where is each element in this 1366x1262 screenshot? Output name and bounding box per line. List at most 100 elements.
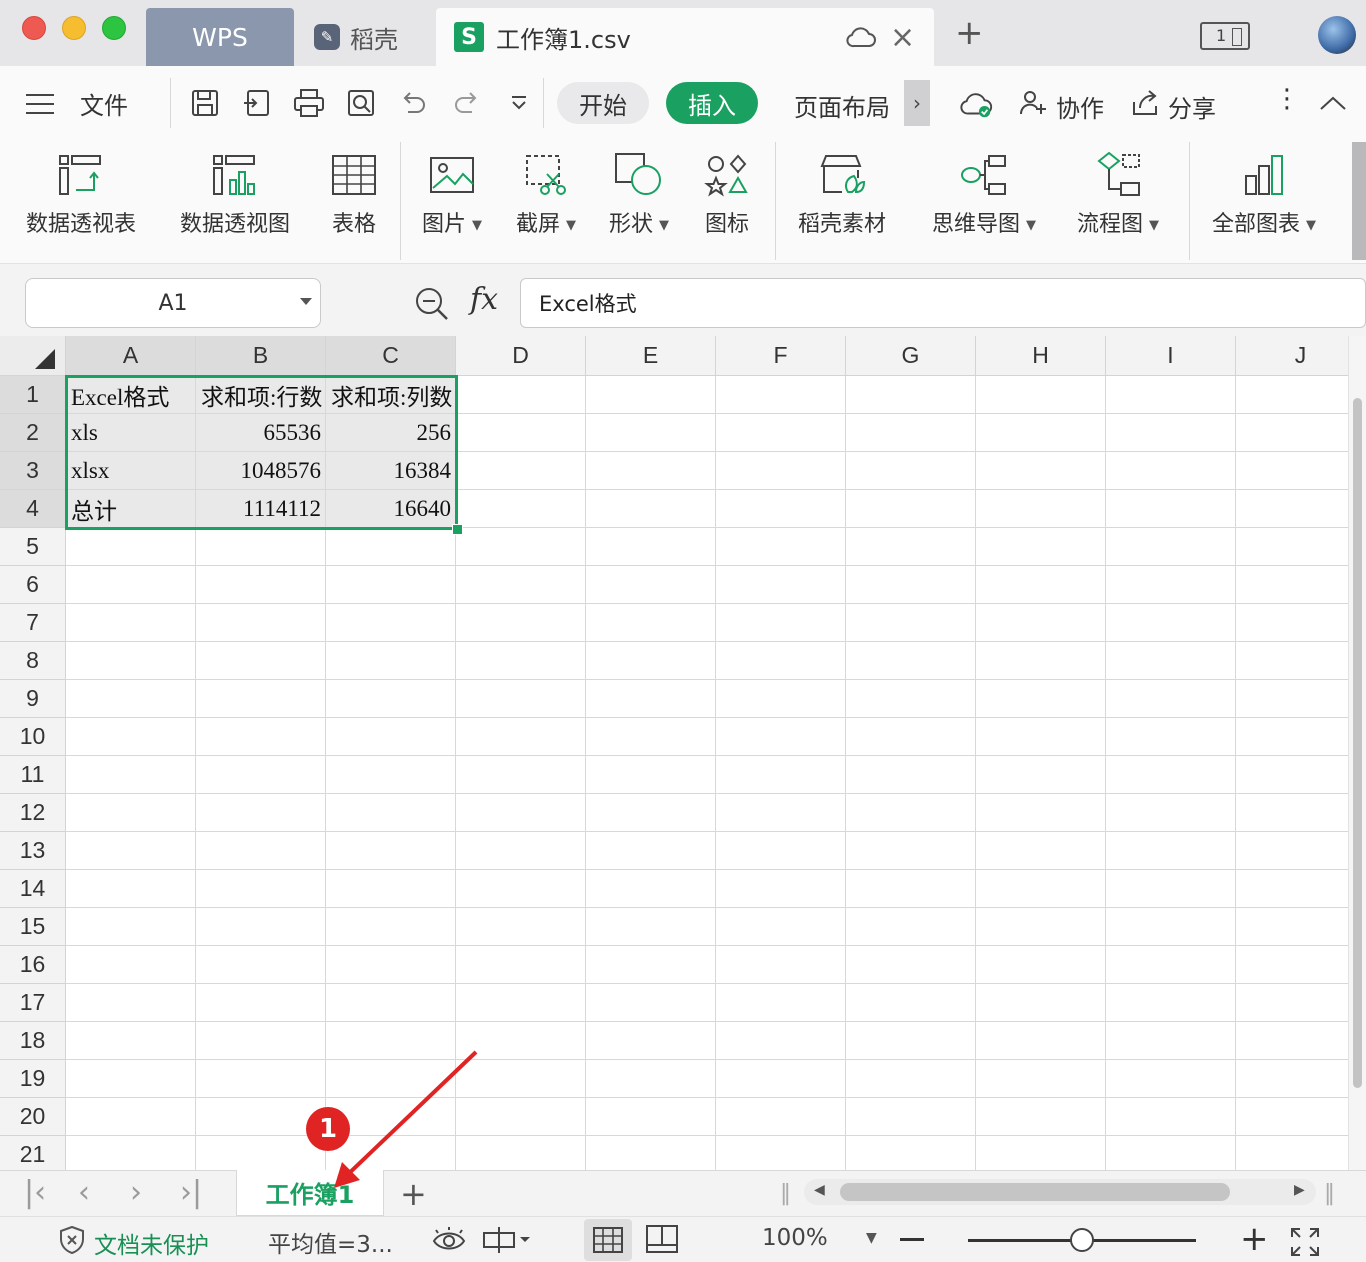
row-header-10[interactable]: 10 <box>0 718 66 756</box>
tab-daoke[interactable]: ✎ 稻壳 <box>296 8 432 66</box>
icon-button[interactable]: 图标 <box>704 148 750 238</box>
pivot-chart-button[interactable]: 数据透视图 <box>180 148 290 238</box>
row-header-13[interactable]: 13 <box>0 832 66 870</box>
column-header-i[interactable]: I <box>1106 336 1236 376</box>
split-handle-icon[interactable]: ‖ <box>1324 1181 1335 1206</box>
column-header-j[interactable]: J <box>1236 336 1366 376</box>
column-header-h[interactable]: H <box>976 336 1106 376</box>
close-window-button[interactable] <box>22 16 46 40</box>
row-header-14[interactable]: 14 <box>0 870 66 908</box>
column-header-g[interactable]: G <box>846 336 976 376</box>
more-options-icon[interactable]: ⋮ <box>1274 84 1300 114</box>
shape-button[interactable]: 形状 ▼ <box>609 148 669 238</box>
flowchart-button[interactable]: 流程图 ▼ <box>1077 148 1159 238</box>
all-charts-button[interactable]: 全部图表 ▼ <box>1212 148 1316 238</box>
maximize-window-button[interactable] <box>102 16 126 40</box>
collaborate-button[interactable]: 协作 <box>1018 88 1104 124</box>
normal-view-button[interactable] <box>584 1219 632 1261</box>
column-header-e[interactable]: E <box>586 336 716 376</box>
ribbon-scroll-right[interactable] <box>1352 142 1366 260</box>
zoom-search-icon[interactable] <box>414 286 450 326</box>
eye-protection-icon[interactable] <box>432 1227 466 1253</box>
row-header-1[interactable]: 1 <box>0 376 66 414</box>
daoke-material-button[interactable]: 稻壳素材 <box>798 148 886 238</box>
fullscreen-icon[interactable] <box>1290 1227 1320 1261</box>
horizontal-scroll-thumb[interactable] <box>840 1183 1230 1201</box>
share-button[interactable]: 分享 <box>1130 88 1216 124</box>
row-header-21[interactable]: 21 <box>0 1136 66 1170</box>
row-header-15[interactable]: 15 <box>0 908 66 946</box>
redo-icon[interactable] <box>450 86 484 120</box>
last-sheet-icon[interactable]: ›| <box>180 1175 202 1210</box>
row-header-9[interactable]: 9 <box>0 680 66 718</box>
more-tabs-button[interactable]: › <box>904 80 930 126</box>
tab-page-layout[interactable]: 页面布局 <box>794 88 890 123</box>
column-header-c[interactable]: C <box>326 336 456 376</box>
row-header-17[interactable]: 17 <box>0 984 66 1022</box>
zoom-slider-knob[interactable] <box>1070 1228 1094 1252</box>
row-header-11[interactable]: 11 <box>0 756 66 794</box>
split-handle-icon[interactable]: ‖ <box>780 1181 791 1206</box>
tab-insert[interactable]: 插入 <box>666 82 758 124</box>
zoom-level[interactable]: 100% <box>762 1225 828 1251</box>
save-icon[interactable] <box>188 86 222 120</box>
prev-sheet-icon[interactable]: ‹ <box>78 1175 90 1210</box>
column-header-f[interactable]: F <box>716 336 846 376</box>
insert-function-icon[interactable]: fx <box>470 282 498 317</box>
minimize-window-button[interactable] <box>62 16 86 40</box>
select-all-corner[interactable] <box>0 336 66 376</box>
column-header-b[interactable]: B <box>196 336 326 376</box>
close-tab-icon[interactable]: × <box>890 20 915 55</box>
zoom-dropdown-icon[interactable]: ▼ <box>866 1230 877 1246</box>
row-header-3[interactable]: 3 <box>0 452 66 490</box>
tab-document[interactable]: S 工作簿1.csv × <box>436 8 934 66</box>
cloud-icon[interactable] <box>846 26 876 54</box>
row-header-12[interactable]: 12 <box>0 794 66 832</box>
column-header-d[interactable]: D <box>456 336 586 376</box>
row-header-20[interactable]: 20 <box>0 1098 66 1136</box>
scroll-left-icon[interactable]: ◀ <box>814 1182 825 1198</box>
undo-icon[interactable] <box>396 86 430 120</box>
picture-button[interactable]: 图片 ▼ <box>422 148 482 238</box>
next-sheet-icon[interactable]: › <box>130 1175 142 1210</box>
export-pdf-icon[interactable] <box>240 86 274 120</box>
row-header-7[interactable]: 7 <box>0 604 66 642</box>
scroll-right-icon[interactable]: ▶ <box>1294 1182 1305 1198</box>
hamburger-menu-icon[interactable] <box>26 94 54 121</box>
print-icon[interactable] <box>292 86 326 120</box>
zoom-out-icon[interactable] <box>900 1238 924 1241</box>
column-header-a[interactable]: A <box>66 336 196 376</box>
zoom-in-icon[interactable]: + <box>1240 1219 1269 1259</box>
cloud-sync-icon[interactable] <box>960 88 994 122</box>
tab-wps-home[interactable]: WPS <box>146 8 294 66</box>
avatar[interactable] <box>1318 16 1356 54</box>
print-preview-icon[interactable] <box>344 86 378 120</box>
fill-handle[interactable] <box>452 524 463 535</box>
table-button[interactable]: 表格 <box>331 148 377 238</box>
window-count-button[interactable]: 1 <box>1200 22 1250 50</box>
screenshot-button[interactable]: 截屏 ▼ <box>516 148 576 238</box>
spreadsheet-grid[interactable]: A B C D E F G H I J 1 2 3 4 5 6 7 8 9 10 11 12 13 14 15 16 17 18 19 2… <box>0 336 1366 1170</box>
collapse-ribbon-icon[interactable] <box>1318 94 1348 112</box>
file-menu[interactable]: 文件 <box>80 86 128 121</box>
average-value[interactable]: 平均值=3... <box>268 1225 393 1259</box>
page-break-view-icon[interactable] <box>646 1225 678 1253</box>
document-protection[interactable]: 文档未保护 <box>58 1225 209 1261</box>
row-header-16[interactable]: 16 <box>0 946 66 984</box>
row-header-18[interactable]: 18 <box>0 1022 66 1060</box>
mind-map-button[interactable]: 思维导图 ▼ <box>932 148 1036 238</box>
row-header-19[interactable]: 19 <box>0 1060 66 1098</box>
new-tab-button[interactable]: + <box>955 16 984 50</box>
pivot-table-button[interactable]: 数据透视表 <box>26 148 136 238</box>
customize-toolbar-icon[interactable] <box>502 86 536 120</box>
row-header-6[interactable]: 6 <box>0 566 66 604</box>
row-header-4[interactable]: 4 <box>0 490 66 528</box>
row-header-2[interactable]: 2 <box>0 414 66 452</box>
freeze-panes-icon[interactable] <box>482 1227 532 1253</box>
first-sheet-icon[interactable]: |‹ <box>24 1175 46 1210</box>
row-header-5[interactable]: 5 <box>0 528 66 566</box>
tab-start[interactable]: 开始 <box>557 82 649 124</box>
vertical-scrollbar[interactable] <box>1348 336 1366 1170</box>
vertical-scroll-thumb[interactable] <box>1353 398 1362 1088</box>
formula-input[interactable]: Excel格式 <box>520 278 1366 328</box>
